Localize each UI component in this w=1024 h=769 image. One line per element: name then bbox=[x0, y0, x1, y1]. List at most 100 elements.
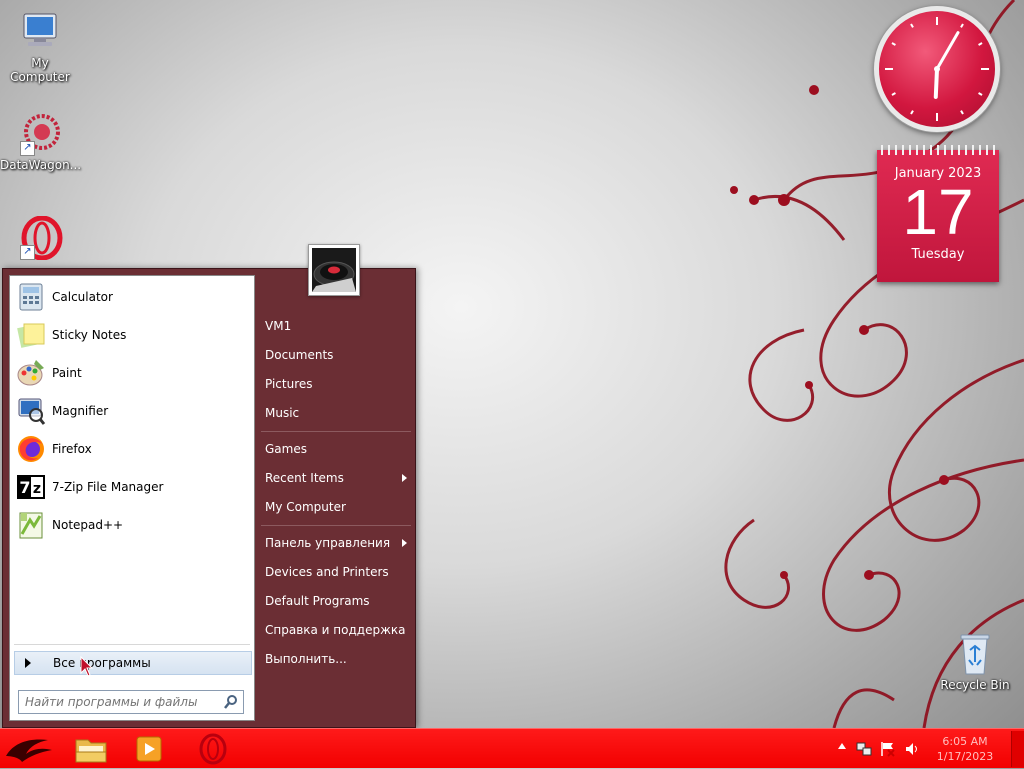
notepadpp-icon bbox=[16, 510, 46, 540]
menu-item-label: Pictures bbox=[265, 377, 313, 391]
menu-item-label: Games bbox=[265, 442, 307, 456]
taskbar-opera[interactable] bbox=[188, 732, 238, 766]
menu-item-music[interactable]: Music bbox=[265, 400, 411, 426]
clock-minute-hand bbox=[935, 31, 960, 71]
magnifier-icon bbox=[16, 396, 46, 426]
program-paint[interactable]: Paint bbox=[10, 354, 254, 392]
turntable-icon bbox=[312, 248, 356, 292]
program-label: Firefox bbox=[52, 442, 92, 456]
desktop-icon-label: DataWagon... bbox=[0, 158, 82, 172]
menu-item-documents[interactable]: Documents bbox=[265, 342, 411, 368]
clock-tick bbox=[960, 110, 964, 115]
program-7zip[interactable]: 7z 7-Zip File Manager bbox=[10, 468, 254, 506]
taskbar-date: 1/17/2023 bbox=[936, 750, 994, 763]
network-icon[interactable] bbox=[856, 741, 872, 760]
program-label: Paint bbox=[52, 366, 82, 380]
submenu-arrow-icon bbox=[402, 474, 407, 482]
user-picture[interactable] bbox=[308, 244, 360, 296]
search-icon[interactable] bbox=[223, 694, 239, 710]
program-magnifier[interactable]: Magnifier bbox=[10, 392, 254, 430]
start-menu: Calculator Sticky Notes Paint Magnifier bbox=[2, 244, 416, 728]
all-programs-button[interactable]: Все программы bbox=[14, 651, 252, 675]
menu-item-recent-items[interactable]: Recent Items bbox=[265, 465, 411, 491]
shortcut-arrow-icon: ↗ bbox=[20, 245, 35, 260]
program-notepadpp[interactable]: Notepad++ bbox=[10, 506, 254, 544]
program-sticky-notes[interactable]: Sticky Notes bbox=[10, 316, 254, 354]
program-calculator[interactable]: Calculator bbox=[10, 278, 254, 316]
menu-item-pictures[interactable]: Pictures bbox=[265, 371, 411, 397]
menu-item-label: Default Programs bbox=[265, 594, 370, 608]
clock-tick bbox=[910, 110, 914, 115]
menu-item-label: Devices and Printers bbox=[265, 565, 389, 579]
menu-item-label: Справка и поддержка bbox=[265, 623, 406, 637]
taskbar-media-player[interactable] bbox=[124, 732, 174, 766]
desktop-icon-datawagon[interactable]: ↗ DataWagon... bbox=[0, 112, 82, 172]
programs-separator bbox=[14, 644, 250, 645]
search-input[interactable] bbox=[23, 694, 217, 710]
sticky-notes-icon bbox=[16, 320, 46, 350]
clock-tick bbox=[978, 42, 983, 46]
menu-item-run[interactable]: Выполнить... bbox=[265, 646, 411, 672]
desktop-icon-my-computer[interactable]: My Computer bbox=[0, 10, 80, 84]
menu-item-help-support[interactable]: Справка и поддержка bbox=[265, 617, 411, 643]
calculator-icon bbox=[16, 282, 46, 312]
firefox-icon bbox=[16, 434, 46, 464]
show-hidden-icons-chevron[interactable] bbox=[838, 743, 846, 749]
action-center-flag-icon[interactable] bbox=[880, 741, 896, 760]
shortcut-arrow-icon: ↗ bbox=[20, 141, 35, 156]
taskbar-clock[interactable]: 6:05 AM 1/17/2023 bbox=[930, 734, 1000, 764]
program-label: Notepad++ bbox=[52, 518, 124, 532]
start-button[interactable] bbox=[0, 732, 58, 766]
7zip-icon: 7z bbox=[16, 472, 46, 502]
volume-icon[interactable] bbox=[904, 741, 920, 760]
menu-item-my-computer[interactable]: My Computer bbox=[265, 494, 411, 520]
mouse-cursor-icon bbox=[80, 656, 94, 677]
monitor-icon bbox=[16, 10, 64, 54]
all-programs-label: Все программы bbox=[53, 656, 151, 670]
recycle-bin-icon bbox=[951, 632, 999, 676]
datawagon-icon: ↗ bbox=[16, 112, 64, 156]
clock-hour-hand bbox=[933, 67, 939, 99]
calendar-gadget[interactable]: January 2023 17 Tuesday bbox=[877, 145, 999, 282]
program-firefox[interactable]: Firefox bbox=[10, 430, 254, 468]
show-desktop-button[interactable] bbox=[1011, 731, 1024, 767]
program-label: 7-Zip File Manager bbox=[52, 480, 164, 494]
clock-gadget[interactable] bbox=[874, 6, 1000, 132]
triangle-right-icon bbox=[25, 658, 31, 668]
calendar-rings bbox=[881, 145, 995, 155]
menu-item-vm1[interactable]: VM1 bbox=[265, 313, 411, 339]
menu-separator bbox=[261, 431, 411, 432]
menu-item-control-panel[interactable]: Панель управления bbox=[265, 530, 411, 556]
desktop-icon-recycle-bin[interactable]: Recycle Bin bbox=[935, 632, 1015, 692]
menu-item-devices-printers[interactable]: Devices and Printers bbox=[265, 559, 411, 585]
clock-tick bbox=[978, 92, 983, 96]
file-explorer-icon bbox=[75, 739, 107, 763]
clock-tick bbox=[960, 23, 964, 28]
clock-tick bbox=[910, 23, 914, 28]
search-box[interactable] bbox=[18, 690, 244, 714]
submenu-arrow-icon bbox=[402, 539, 407, 547]
calendar-weekday: Tuesday bbox=[911, 247, 965, 262]
desktop-icon-label: My Computer bbox=[10, 56, 70, 84]
svg-text:7: 7 bbox=[19, 478, 30, 497]
menu-item-label: Documents bbox=[265, 348, 334, 362]
start-menu-programs-pane: Calculator Sticky Notes Paint Magnifier bbox=[9, 275, 255, 721]
paint-icon bbox=[16, 358, 46, 388]
taskbar-file-explorer[interactable] bbox=[66, 732, 116, 766]
program-label: Calculator bbox=[52, 290, 113, 304]
menu-item-label: Recent Items bbox=[265, 471, 344, 485]
media-player-icon bbox=[136, 736, 162, 762]
clock-tick bbox=[891, 92, 896, 96]
system-tray: 6:05 AM 1/17/2023 bbox=[834, 729, 1024, 769]
menu-item-games[interactable]: Games bbox=[265, 436, 411, 462]
calendar-day: 17 bbox=[902, 176, 974, 248]
menu-item-label: Панель управления bbox=[265, 536, 391, 550]
clock-face bbox=[885, 17, 989, 121]
opera-icon bbox=[199, 733, 227, 765]
menu-item-label: My Computer bbox=[265, 500, 346, 514]
menu-separator bbox=[261, 525, 411, 526]
desktop-icon-opera[interactable]: ↗ bbox=[0, 215, 80, 262]
menu-item-label: Выполнить... bbox=[265, 652, 347, 666]
program-label: Sticky Notes bbox=[52, 328, 127, 342]
menu-item-default-programs[interactable]: Default Programs bbox=[265, 588, 411, 614]
